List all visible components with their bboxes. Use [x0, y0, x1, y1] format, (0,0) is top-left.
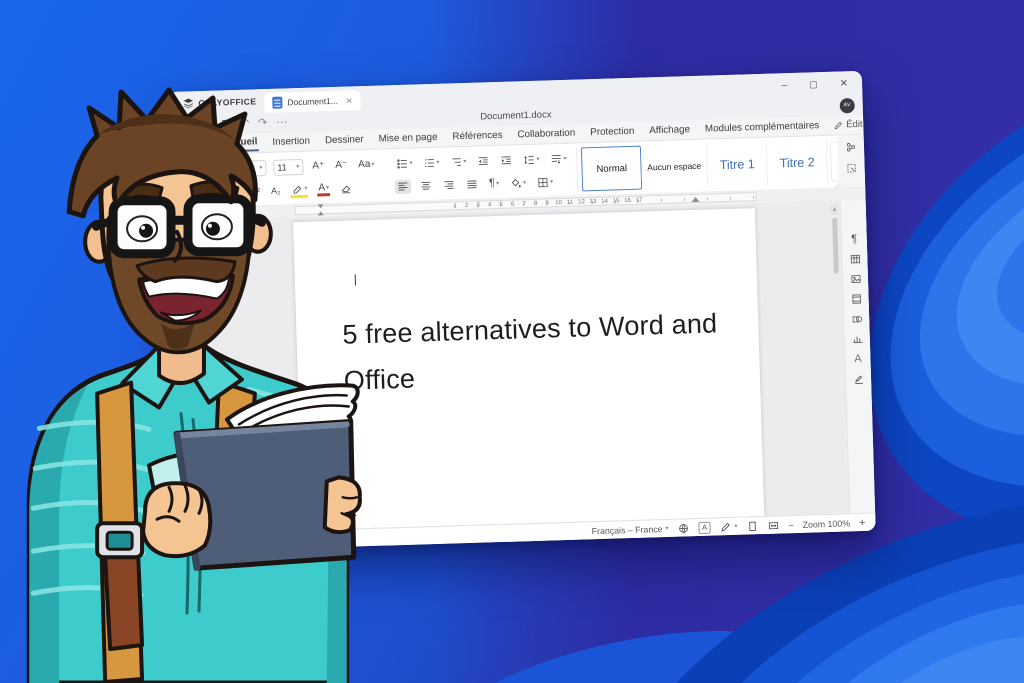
align-center-button[interactable]	[418, 178, 434, 192]
tab-protection[interactable]: Protection	[589, 124, 636, 140]
font-size-select[interactable]: 11▾	[273, 158, 303, 175]
pencil-icon	[833, 120, 843, 130]
shape-settings-icon[interactable]	[851, 313, 863, 325]
multilevel-list-button[interactable]: ▾	[448, 154, 468, 169]
line-spacing-button[interactable]: ▾	[521, 152, 541, 167]
user-avatar[interactable]: AV	[839, 98, 854, 113]
chart-settings-icon[interactable]	[851, 333, 863, 345]
font-color-button[interactable]: A ▾	[316, 181, 331, 196]
header-footer-settings-icon[interactable]	[850, 293, 862, 305]
text-cursor	[355, 274, 356, 285]
more-actions-icon[interactable]: ⋯	[276, 117, 288, 128]
numbering-button[interactable]: ▾	[421, 155, 441, 170]
style-aucun-espace[interactable]: Aucun espace	[641, 144, 708, 190]
superscript-button[interactable]: A²	[249, 185, 262, 197]
tab-accueil[interactable]: Accueil	[221, 134, 258, 152]
bold-button[interactable]: B	[181, 186, 193, 199]
decrease-indent-button[interactable]	[475, 154, 491, 168]
underline-button[interactable]: U	[213, 185, 225, 198]
align-left-button[interactable]	[395, 179, 411, 193]
nonprinting-characters-button[interactable]: ¶▾	[487, 177, 501, 190]
paragraph-spacing-button[interactable]: ▾	[548, 151, 568, 166]
signature-settings-icon[interactable]	[852, 373, 864, 385]
tab-references[interactable]: Références	[451, 128, 504, 145]
onlyoffice-brand[interactable]: ONLYOFFICE	[174, 89, 265, 116]
indent-marker[interactable]	[318, 204, 325, 213]
tab-mise-en-page[interactable]: Mise en page	[377, 130, 438, 147]
decrement-font-button[interactable]: A⁻	[333, 159, 349, 172]
fit-width-icon[interactable]	[767, 519, 779, 531]
align-justify-button[interactable]	[464, 177, 480, 191]
image-settings-icon[interactable]	[849, 273, 861, 285]
tab-affichage[interactable]: Affichage	[648, 122, 691, 138]
document-tab-label: Document1...	[287, 96, 338, 108]
window-controls: – ▢ ✕	[781, 77, 856, 90]
style-titre-2[interactable]: Titre 2	[767, 140, 828, 186]
minimize-button[interactable]: –	[781, 80, 787, 91]
fit-page-icon[interactable]	[746, 520, 758, 532]
close-button[interactable]: ✕	[839, 78, 848, 89]
tab-modules[interactable]: Modules complémentaires	[704, 118, 821, 137]
styles-gallery: Normal Aucun espace Titre 1 Titre 2 ⌄	[576, 139, 851, 191]
tab-collaboration[interactable]: Collaboration	[516, 126, 576, 143]
marquee-select-icon[interactable]	[845, 162, 857, 174]
increase-indent-button[interactable]	[498, 153, 514, 167]
right-margin-marker[interactable]	[691, 193, 699, 202]
zoom-out-button[interactable]: −	[788, 520, 793, 530]
change-case-button[interactable]: Aa▾	[356, 158, 377, 172]
share-icon[interactable]	[845, 141, 857, 153]
quick-access-toolbar: ✓ ↶ ↷ ⋯	[177, 116, 289, 131]
review-pen-icon	[719, 520, 731, 532]
paragraph-settings-icon[interactable]: ¶	[851, 234, 857, 245]
track-changes-button[interactable]: ▾	[719, 520, 737, 533]
right-panel-top	[838, 135, 866, 188]
document-icon	[272, 97, 282, 109]
borders-button[interactable]: ▾	[535, 175, 555, 190]
style-normal[interactable]: Normal	[581, 146, 642, 192]
save-icon[interactable]	[177, 119, 189, 131]
font-color-swatch	[318, 193, 331, 196]
highlight-color-swatch	[291, 194, 309, 198]
highlight-color-button[interactable]: ▾	[289, 181, 309, 198]
tab-close-icon[interactable]: ✕	[346, 96, 353, 105]
strikethrough-button[interactable]: S	[231, 185, 242, 198]
quick-print-badge: ✓	[227, 125, 234, 132]
set-language-globe-icon[interactable]	[677, 522, 689, 534]
clear-style-icon[interactable]	[338, 181, 354, 195]
scrollbar-thumb[interactable]	[832, 218, 839, 274]
language-selector[interactable]: Français – France▾	[592, 523, 669, 535]
shading-button[interactable]: ▾	[508, 176, 528, 191]
redo-icon[interactable]: ↷	[258, 117, 268, 128]
spellcheck-icon[interactable]: A	[698, 521, 710, 533]
maximize-button[interactable]: ▢	[809, 79, 818, 90]
increment-font-button[interactable]: A⁺	[310, 159, 326, 172]
document-page[interactable]: 5 free alternatives to Word and Office	[293, 208, 764, 530]
scroll-up-icon[interactable]: ▲	[830, 205, 839, 215]
print-icon[interactable]	[198, 119, 210, 131]
table-settings-icon[interactable]	[849, 253, 861, 265]
onlyoffice-logo-icon	[182, 97, 194, 109]
tab-insertion[interactable]: Insertion	[271, 134, 311, 150]
quick-print-icon[interactable]: ✓	[219, 118, 231, 130]
subscript-button[interactable]: A₂	[269, 184, 283, 196]
textart-settings-icon[interactable]: A	[854, 353, 862, 365]
highlight-pen-icon	[291, 182, 303, 194]
bullets-button[interactable]: ▾	[394, 156, 414, 171]
font-name-select[interactable]: ▾	[180, 160, 266, 179]
italic-button[interactable]: I	[199, 186, 206, 199]
brand-label: ONLYOFFICE	[198, 96, 256, 108]
style-titre-1[interactable]: Titre 1	[707, 142, 768, 188]
zoom-in-button[interactable]: +	[859, 516, 866, 528]
align-right-button[interactable]	[441, 178, 457, 192]
document-heading: 5 free alternatives to Word and Office	[342, 300, 721, 404]
tab-dessiner[interactable]: Dessiner	[324, 132, 365, 148]
document-area: 5 free alternatives to Word and Office ▲…	[172, 200, 875, 534]
onlyoffice-window: ONLYOFFICE Document1... ✕ – ▢ ✕ ✓ ↶ ↷ ⋯ …	[168, 71, 876, 552]
zoom-level-label: Zoom 100%	[802, 518, 850, 529]
undo-icon[interactable]: ↶	[240, 118, 250, 129]
